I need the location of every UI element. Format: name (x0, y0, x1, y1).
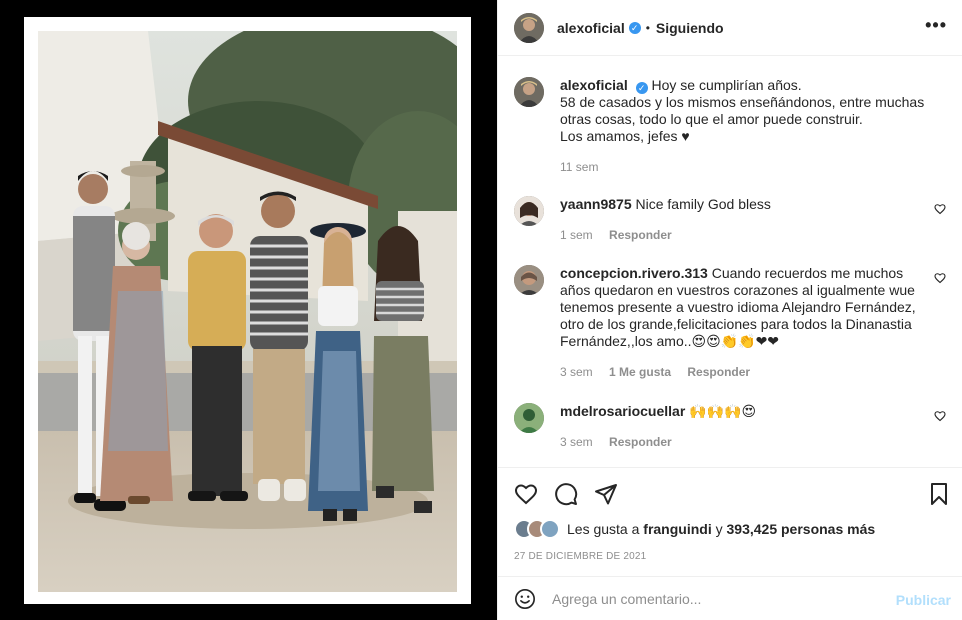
paper-plane-icon[interactable] (594, 482, 618, 506)
caption-time[interactable]: 11 sem (560, 160, 598, 174)
likes-prefix: Les gusta a (567, 521, 640, 537)
publish-button[interactable]: Publicar (896, 592, 951, 608)
post-sidebar: alexoficial ✓ • Siguiendo ••• alexoficia… (497, 0, 962, 620)
comment-time[interactable]: 1 sem (560, 228, 593, 242)
more-options-icon[interactable]: ••• (925, 16, 947, 34)
author-avatar[interactable] (514, 12, 544, 43)
comment-like-heart-icon[interactable] (934, 410, 946, 422)
photo-border (24, 17, 471, 604)
caption-text-body: 58 de casados y los mismos enseñándonos,… (560, 94, 925, 127)
comment-meta: 1 sem Responder (560, 227, 930, 244)
emoji-icon[interactable] (514, 588, 536, 610)
commenter-avatar[interactable] (514, 265, 544, 295)
post-date[interactable]: 27 DE DICIEMBRE DE 2021 (514, 551, 646, 562)
comments-list[interactable]: alexoficial ✓ Hoy se cumplirían años. 58… (498, 57, 962, 467)
comment-text: 🙌🙌🙌😍 (689, 403, 757, 419)
commenter-avatar[interactable] (514, 403, 544, 433)
likes-connector: y (715, 521, 723, 537)
comment-time[interactable]: 3 sem (560, 435, 593, 449)
comment-item: concepcion.rivero.313 Cuando recuerdos m… (514, 265, 954, 381)
action-icons (514, 482, 618, 506)
comment-like-heart-icon[interactable] (934, 272, 946, 284)
instagram-post-view: alexoficial ✓ • Siguiendo ••• alexoficia… (0, 0, 962, 620)
caption: alexoficial ✓ Hoy se cumplirían años. 58… (514, 77, 954, 176)
verified-badge-icon: ✓ (628, 21, 641, 34)
caption-text-closing: Los amamos, jefes ♥ (560, 128, 690, 144)
comment-username[interactable]: yaann9875 (560, 196, 632, 212)
comment-body: mdelrosariocuellar 🙌🙌🙌😍 3 sem Responder (560, 403, 930, 451)
author-username[interactable]: alexoficial (557, 20, 625, 36)
separator-dot: • (645, 20, 650, 35)
post-actions: Les gusta a franguindi y 393,425 persona… (498, 467, 962, 575)
liker-avatar (540, 519, 560, 539)
media-panel (0, 0, 497, 620)
commenter-avatar[interactable] (514, 196, 544, 226)
bookmark-icon[interactable] (927, 482, 951, 506)
verified-badge-icon: ✓ (635, 82, 648, 94)
comment-like-heart-icon[interactable] (934, 203, 946, 215)
comment-meta: 3 sem Responder (560, 434, 930, 451)
comment-likes-count[interactable]: 1 Me gusta (609, 365, 671, 379)
heart-icon[interactable] (514, 482, 538, 506)
post-header: alexoficial ✓ • Siguiendo ••• (498, 0, 962, 56)
post-photo[interactable] (38, 31, 457, 592)
caption-username[interactable]: alexoficial (560, 77, 628, 93)
comment-body: concepcion.rivero.313 Cuando recuerdos m… (560, 265, 930, 381)
likes-text: Les gusta a franguindi y 393,425 persona… (567, 521, 875, 537)
family-photo-image (38, 31, 457, 592)
likes-summary[interactable]: Les gusta a franguindi y 393,425 persona… (514, 519, 875, 539)
comment-item: yaann9875 Nice family God bless 1 sem Re… (514, 196, 954, 244)
reply-button[interactable]: Responder (609, 435, 672, 449)
comment-input[interactable] (552, 590, 882, 607)
caption-meta: 11 sem (560, 159, 930, 176)
comment-item: mdelrosariocuellar 🙌🙌🙌😍 3 sem Responder (514, 403, 954, 451)
reply-button[interactable]: Responder (609, 228, 672, 242)
comment-meta: 3 sem 1 Me gusta Responder (560, 364, 930, 381)
comment-icon[interactable] (554, 482, 578, 506)
comment-username[interactable]: mdelrosariocuellar (560, 403, 685, 419)
likes-count[interactable]: 393,425 personas más (727, 521, 876, 537)
comment-username[interactable]: concepcion.rivero.313 (560, 265, 708, 281)
following-button[interactable]: Siguiendo (656, 20, 724, 36)
caption-text-line1: Hoy se cumplirían años. (651, 77, 802, 93)
reply-button[interactable]: Responder (687, 365, 750, 379)
caption-body: alexoficial ✓ Hoy se cumplirían años. 58… (560, 77, 930, 176)
add-comment-bar: Publicar (498, 576, 962, 620)
caption-avatar[interactable] (514, 77, 544, 107)
comment-body: yaann9875 Nice family God bless 1 sem Re… (560, 196, 930, 244)
comment-text: Nice family God bless (635, 196, 771, 212)
comment-time[interactable]: 3 sem (560, 365, 593, 379)
liked-by-username[interactable]: franguindi (643, 521, 711, 537)
